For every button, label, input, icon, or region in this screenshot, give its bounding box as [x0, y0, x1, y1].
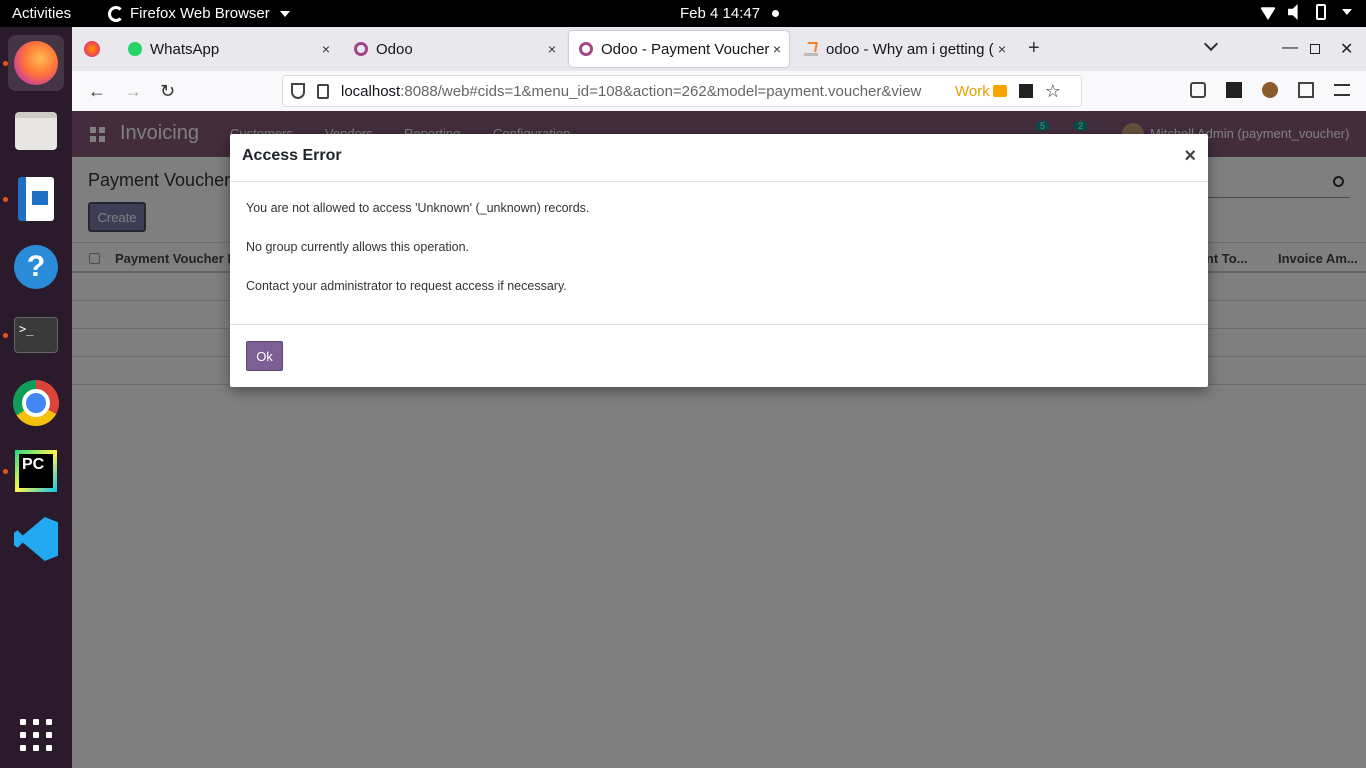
- firefox-view-icon[interactable]: [84, 41, 100, 57]
- firefox-window: WhatsApp × Odoo × Odoo - Payment Voucher…: [72, 27, 1366, 768]
- writer-icon: [18, 177, 54, 221]
- pocket-icon[interactable]: [1190, 82, 1206, 98]
- minimize-button[interactable]: —: [1282, 39, 1298, 57]
- firefox-icon: [14, 41, 58, 85]
- bookmark-star-icon[interactable]: ☆: [1045, 81, 1061, 102]
- reload-button[interactable]: ↻: [160, 81, 175, 102]
- whatsapp-icon: [128, 42, 142, 56]
- volume-icon: [1288, 4, 1298, 20]
- dock-vscode[interactable]: [8, 511, 64, 567]
- tab-label: Odoo - Payment Voucher: [601, 40, 770, 58]
- dock-pycharm[interactable]: PC: [8, 443, 64, 499]
- wifi-icon: [1260, 7, 1276, 20]
- url-path: :8088/web#cids=1&menu_id=108&action=262&…: [400, 82, 922, 100]
- dialog-body: You are not allowed to access 'Unknown' …: [246, 200, 1186, 317]
- dialog-title: Access Error: [242, 147, 342, 164]
- close-icon[interactable]: ×: [548, 41, 556, 57]
- caret-down-icon: [1342, 9, 1352, 15]
- tab-strip: WhatsApp × Odoo × Odoo - Payment Voucher…: [72, 27, 1366, 71]
- chrome-icon: [13, 380, 59, 426]
- maximize-button[interactable]: [1310, 44, 1320, 54]
- page-icon: [317, 83, 329, 99]
- terminal-icon: >_: [14, 317, 58, 353]
- system-top-bar: Activities Firefox Web Browser Feb 4 14:…: [0, 0, 1366, 27]
- firefox-icon: [108, 5, 124, 22]
- activities-button[interactable]: Activities: [12, 5, 71, 22]
- close-window-button[interactable]: ✕: [1340, 39, 1353, 59]
- tab-label: Odoo: [376, 40, 413, 58]
- access-error-dialog: Access Error × You are not allowed to ac…: [230, 134, 1208, 387]
- show-apps-grid-icon[interactable]: [20, 719, 52, 751]
- tab-payment-voucher[interactable]: Odoo - Payment Voucher ×: [569, 31, 789, 67]
- close-icon[interactable]: ×: [773, 41, 781, 57]
- url-text[interactable]: localhost:8088/web#cids=1&menu_id=108&ac…: [341, 83, 947, 100]
- forward-button[interactable]: →: [124, 81, 142, 102]
- help-icon: ?: [14, 245, 58, 289]
- pycharm-glyph: PC: [19, 454, 53, 488]
- dialog-footer: Ok: [230, 324, 1208, 387]
- clock[interactable]: Feb 4 14:47: [680, 5, 760, 22]
- hamburger-menu-icon[interactable]: [1334, 84, 1350, 96]
- close-icon[interactable]: ×: [322, 41, 330, 57]
- new-tab-button[interactable]: +: [1028, 37, 1040, 60]
- briefcase-icon: [992, 85, 1007, 97]
- puzzle-icon[interactable]: [1298, 82, 1314, 98]
- notification-dot: [772, 10, 779, 17]
- dock: ? >_ PC: [0, 27, 72, 768]
- dock-chrome[interactable]: [8, 375, 64, 431]
- vscode-icon: [14, 517, 58, 561]
- url-host: localhost: [341, 82, 401, 100]
- tab-label: WhatsApp: [150, 40, 220, 58]
- address-bar[interactable]: localhost:8088/web#cids=1&menu_id=108&ac…: [282, 75, 1082, 107]
- monkey-extension-icon[interactable]: [1262, 82, 1278, 98]
- system-tray[interactable]: [1260, 4, 1352, 20]
- dock-writer[interactable]: [8, 171, 64, 227]
- error-hint: Contact your administrator to request ac…: [246, 279, 567, 293]
- ok-button[interactable]: Ok: [246, 341, 283, 371]
- odoo-icon: [354, 42, 368, 56]
- back-button[interactable]: ←: [88, 81, 106, 102]
- tab-whatsapp[interactable]: WhatsApp ×: [118, 31, 338, 67]
- tab-label: odoo - Why am i getting (: [826, 40, 994, 58]
- dock-files[interactable]: [8, 103, 64, 159]
- list-tabs-chevron-icon[interactable]: [1203, 36, 1219, 52]
- caret-down-icon: [279, 10, 290, 17]
- error-detail: No group currently allows this operation…: [246, 240, 470, 254]
- dock-firefox[interactable]: [8, 35, 64, 91]
- error-message: You are not allowed to access 'Unknown' …: [246, 201, 590, 215]
- close-icon[interactable]: ×: [995, 41, 1006, 57]
- dock-terminal[interactable]: >_: [8, 307, 64, 363]
- dock-help[interactable]: ?: [8, 239, 64, 295]
- files-icon: [15, 112, 57, 150]
- stackoverflow-icon: [804, 42, 818, 56]
- odoo-icon: [579, 42, 593, 56]
- extensions-icon[interactable]: [1226, 82, 1242, 98]
- extension-grid-icon[interactable]: [1018, 84, 1033, 98]
- pycharm-icon: PC: [15, 450, 57, 492]
- battery-icon: [1316, 4, 1326, 20]
- tab-odoo[interactable]: Odoo ×: [344, 31, 564, 67]
- navigation-toolbar: ← → ↻ localhost:8088/web#cids=1&menu_id=…: [72, 71, 1366, 111]
- odoo-page: Invoicing Customers Vendors Reporting Co…: [72, 111, 1366, 768]
- tab-stackoverflow[interactable]: odoo - Why am i getting ( ×: [794, 31, 1014, 67]
- shield-icon[interactable]: [291, 83, 305, 99]
- app-menu-label: Firefox Web Browser: [130, 5, 270, 22]
- container-label[interactable]: Work: [955, 83, 990, 100]
- app-menu[interactable]: Firefox Web Browser: [108, 5, 290, 22]
- close-icon[interactable]: ×: [1184, 146, 1196, 166]
- dialog-header: Access Error ×: [230, 134, 1208, 182]
